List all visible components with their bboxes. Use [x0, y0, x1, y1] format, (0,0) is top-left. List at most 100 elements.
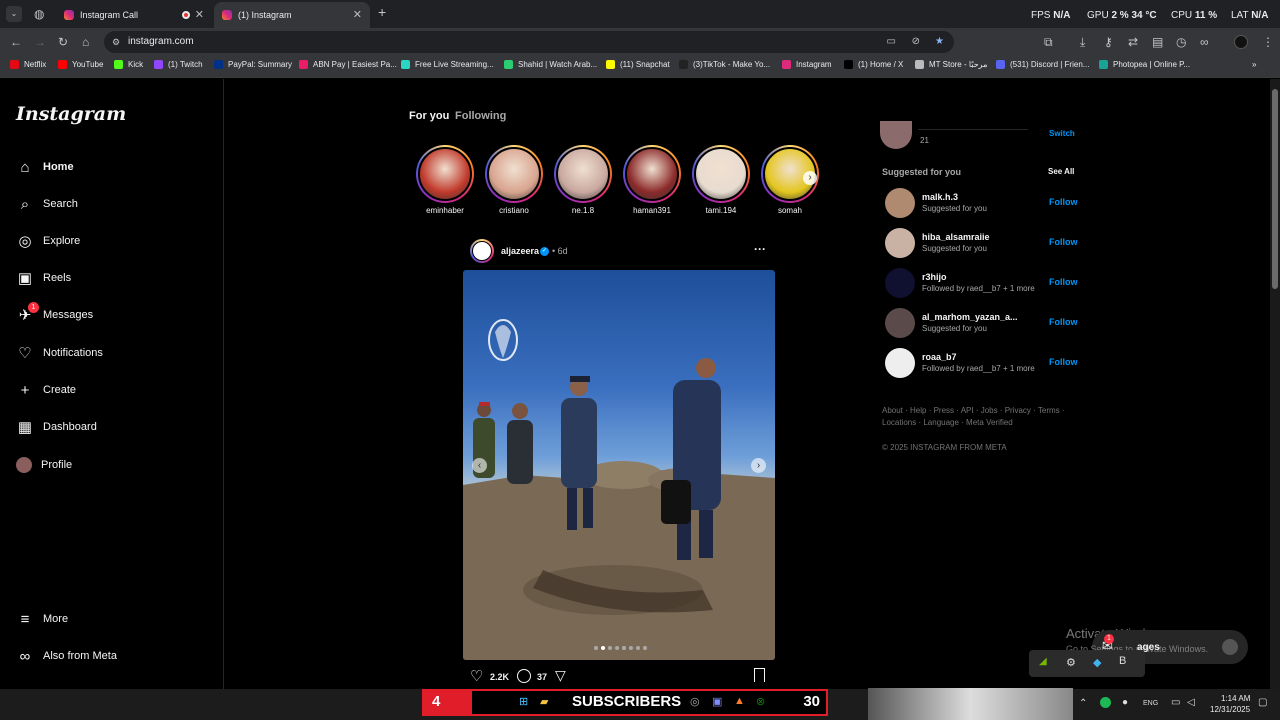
spotify-icon[interactable]: [1100, 697, 1111, 708]
chevron-up-icon[interactable]: ⌃: [1079, 698, 1087, 709]
post-username[interactable]: aljazeera: [501, 246, 539, 256]
notification-icon[interactable]: ▢: [1258, 697, 1267, 708]
bookmark-star-icon[interactable]: ★: [935, 31, 944, 53]
suggestion-avatar[interactable]: [885, 228, 915, 258]
network-icon[interactable]: ▭: [1171, 697, 1180, 708]
story-item[interactable]: haman391: [621, 145, 683, 215]
reload-icon[interactable]: ↻: [58, 36, 68, 48]
follow-button[interactable]: Follow: [1049, 357, 1078, 367]
bookmark-item[interactable]: YouTube: [58, 60, 103, 69]
story-item[interactable]: ne.1.8: [552, 145, 614, 215]
app-icon[interactable]: B: [1119, 655, 1126, 667]
suggestion-avatar[interactable]: [885, 188, 915, 218]
clock-time[interactable]: 1:14 AM: [1221, 694, 1250, 703]
bookmark-item[interactable]: Kick: [114, 60, 143, 69]
sidebar-item-notifications[interactable]: ♡ Notifications: [0, 338, 224, 368]
translate-icon[interactable]: ⇄: [1128, 36, 1138, 48]
globe-icon[interactable]: ◍: [34, 8, 44, 20]
suggestion-avatar[interactable]: [885, 348, 915, 378]
close-icon[interactable]: ✕: [195, 8, 204, 21]
follow-button[interactable]: Follow: [1049, 237, 1078, 247]
bookmark-item[interactable]: PayPal: Summary: [214, 60, 292, 69]
forward-icon[interactable]: →: [34, 36, 46, 48]
scrollbar[interactable]: [1270, 79, 1280, 689]
sidebar-item-home[interactable]: ⌂ Home: [0, 152, 224, 182]
folder-icon[interactable]: ▰: [540, 695, 548, 708]
bookmark-item[interactable]: (1) Twitch: [154, 60, 203, 69]
switch-link[interactable]: Switch: [1049, 129, 1075, 138]
app-icon[interactable]: ◆: [1093, 656, 1101, 669]
share-icon[interactable]: ▽: [555, 667, 566, 684]
tab-search-icon[interactable]: ⌄: [6, 6, 22, 22]
suggestion-username[interactable]: roaa_b7: [922, 352, 957, 362]
site-info-icon[interactable]: ⚙: [112, 31, 120, 53]
tab-instagram-call[interactable]: Instagram Call ✕: [56, 2, 212, 28]
settings-icon[interactable]: ⚙: [1066, 656, 1076, 669]
bookmark-item[interactable]: Free Live Streaming...: [401, 60, 494, 69]
volume-icon[interactable]: ◁: [1187, 697, 1195, 708]
bookmarks-overflow-icon[interactable]: »: [1252, 60, 1256, 69]
see-all-link[interactable]: See All: [1048, 167, 1074, 176]
tab-for-you[interactable]: For you: [409, 110, 449, 122]
app-icon[interactable]: ▣: [712, 695, 722, 708]
instagram-logo[interactable]: Instagram: [16, 103, 126, 125]
bookmark-item[interactable]: (531) Discord | Frien...: [996, 60, 1089, 69]
more-options-icon[interactable]: ···: [754, 242, 766, 256]
stories-next-button[interactable]: ›: [803, 171, 817, 185]
follow-button[interactable]: Follow: [1049, 197, 1078, 207]
story-item[interactable]: tami.194: [690, 145, 752, 215]
follow-button[interactable]: Follow: [1049, 317, 1078, 327]
carousel-prev-button[interactable]: ‹: [472, 458, 487, 473]
url-input[interactable]: ⚙ instagram.com ▭ ⊘ ★: [104, 31, 954, 53]
footer-links[interactable]: About · Help · Press · API · Jobs · Priv…: [882, 406, 1065, 415]
suggestion-username[interactable]: al_marhom_yazan_a...: [922, 312, 1018, 322]
windows-start-icon[interactable]: ⊞: [519, 695, 528, 708]
tab-instagram[interactable]: (1) Instagram ✕: [214, 2, 370, 28]
back-icon[interactable]: ←: [10, 36, 22, 48]
bookmark-item[interactable]: Netflix: [10, 60, 46, 69]
current-user-avatar[interactable]: [880, 121, 912, 149]
bookmark-item[interactable]: Instagram: [782, 60, 832, 69]
sidebar-item-search[interactable]: ⌕ Search: [0, 189, 224, 219]
sidebar-item-reels[interactable]: ▣ Reels: [0, 263, 224, 293]
sidebar-item-dashboard[interactable]: ▦ Dashboard: [0, 412, 224, 442]
kebab-menu-icon[interactable]: ⋮: [1262, 36, 1274, 48]
link-icon[interactable]: ∞: [1200, 36, 1209, 48]
story-item[interactable]: cristiano: [483, 145, 545, 215]
follow-button[interactable]: Follow: [1049, 277, 1078, 287]
suggestion-avatar[interactable]: [885, 268, 915, 298]
home-icon[interactable]: ⌂: [82, 36, 89, 48]
bookmark-item[interactable]: ABN Pay | Easiest Pa...: [299, 60, 397, 69]
nvidia-icon[interactable]: ◢: [1039, 656, 1047, 667]
carousel-next-button[interactable]: ›: [751, 458, 766, 473]
cast-icon[interactable]: ▭: [887, 31, 896, 53]
app-icon[interactable]: ▲: [734, 695, 745, 707]
suggestion-username[interactable]: malk.h.3: [922, 192, 958, 202]
sidebar-item-more[interactable]: ≡ More: [0, 604, 224, 634]
profile-avatar[interactable]: [1234, 35, 1248, 49]
sidebar-item-explore[interactable]: ◎ Explore: [0, 226, 224, 256]
post-image[interactable]: ‹ ›: [463, 270, 775, 660]
download-icon[interactable]: ⤓: [1080, 36, 1085, 48]
suggestion-avatar[interactable]: [885, 308, 915, 338]
mic-icon[interactable]: ●: [1122, 697, 1128, 708]
key-icon[interactable]: ⚷: [1104, 36, 1113, 48]
clock-date[interactable]: 12/31/2025: [1210, 705, 1250, 714]
extensions-icon[interactable]: ⧉: [1044, 36, 1053, 48]
tab-following[interactable]: Following: [455, 110, 506, 122]
sidebar-item-also-from-meta[interactable]: ∞ Also from Meta: [0, 641, 224, 671]
new-tab-icon[interactable]: +: [378, 5, 386, 19]
sidebar-item-create[interactable]: + Create: [0, 375, 224, 405]
sidebar-item-profile[interactable]: Profile: [0, 450, 224, 480]
like-icon[interactable]: ♡: [470, 667, 483, 685]
bookmark-item[interactable]: Photopea | Online P...: [1099, 60, 1190, 69]
footer-links[interactable]: Locations · Language · Meta Verified: [882, 418, 1013, 427]
bookmark-item[interactable]: MT Store - مرحبًا: [915, 60, 987, 69]
xbox-icon[interactable]: ⊗: [756, 695, 765, 708]
language-indicator[interactable]: ENG: [1143, 700, 1158, 707]
bookmark-item[interactable]: (1) Home / X: [844, 60, 903, 69]
eye-off-icon[interactable]: ⊘: [912, 31, 920, 53]
app-icon[interactable]: ◎: [690, 695, 700, 708]
bookmark-item[interactable]: (11) Snapchat: [606, 60, 670, 69]
story-item[interactable]: eminhaber: [414, 145, 476, 215]
